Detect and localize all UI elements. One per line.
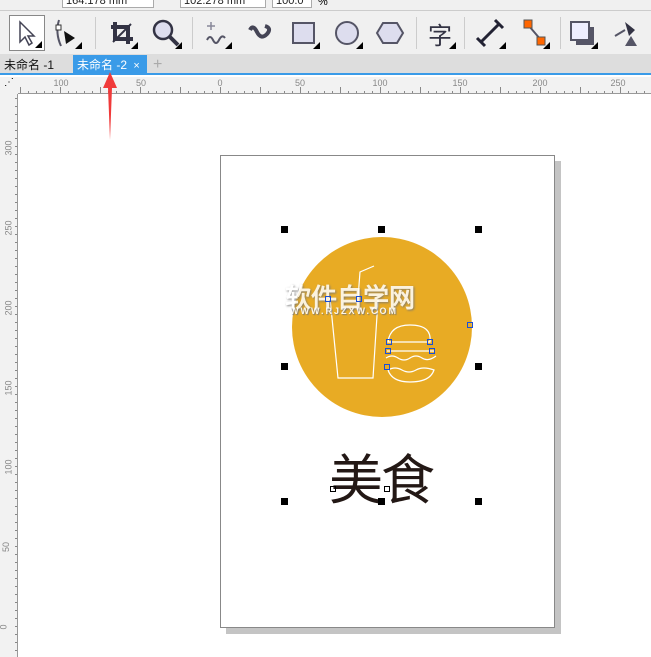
- handle[interactable]: [281, 498, 288, 505]
- circle-graphic[interactable]: [0, 0, 651, 657]
- node[interactable]: [427, 339, 433, 345]
- handle[interactable]: [475, 363, 482, 370]
- node[interactable]: [429, 348, 435, 354]
- handle[interactable]: [475, 498, 482, 505]
- node[interactable]: [467, 322, 473, 328]
- annotation-arrow: [103, 72, 117, 140]
- node[interactable]: [384, 486, 390, 492]
- node[interactable]: [356, 296, 362, 302]
- handle[interactable]: [281, 226, 288, 233]
- node[interactable]: [386, 339, 392, 345]
- node[interactable]: [385, 348, 391, 354]
- yellow-circle[interactable]: [292, 237, 472, 417]
- node[interactable]: [325, 296, 331, 302]
- handle[interactable]: [475, 226, 482, 233]
- node[interactable]: [330, 486, 336, 492]
- handle[interactable]: [378, 498, 385, 505]
- watermark-url: WWW.RJZXW.COM: [290, 306, 398, 316]
- node[interactable]: [384, 364, 390, 370]
- handle[interactable]: [281, 363, 288, 370]
- handle[interactable]: [378, 226, 385, 233]
